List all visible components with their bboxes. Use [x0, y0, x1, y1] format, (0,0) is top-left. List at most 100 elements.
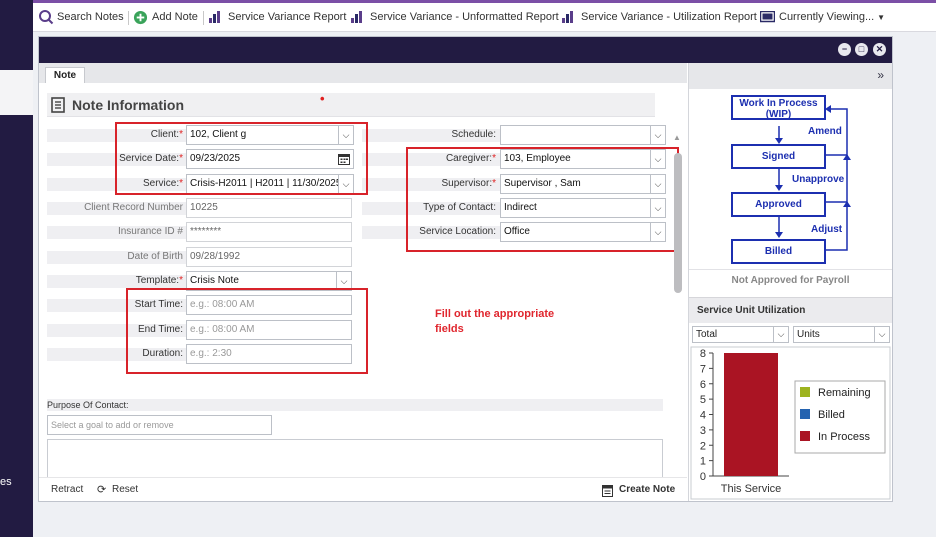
maximize-icon[interactable]: □ [855, 43, 868, 56]
tab-strip: Note [39, 63, 687, 84]
add-icon [133, 10, 148, 24]
monitor-icon [760, 10, 775, 22]
legend-swatch-in-process [800, 431, 810, 441]
section-title: Note Information [72, 96, 184, 113]
scroll-thumb[interactable] [674, 153, 682, 293]
y-tick-label: 0 [700, 471, 706, 483]
annotation-text: Fill out the appropriate fields [435, 307, 554, 337]
legend-label-in-process: In Process [818, 431, 870, 443]
note-window: − □ ✕ Note Note Information • Client:* 1… [38, 36, 893, 502]
insurance-id-field: ******** [186, 222, 352, 242]
workflow-wip-label: Work In Process [739, 98, 818, 109]
chevron-down-icon[interactable]: ⌵ [650, 126, 665, 144]
caret-down-icon: ▼ [877, 12, 886, 22]
tab-note[interactable]: Note [45, 67, 85, 84]
report-chart-icon [209, 11, 223, 23]
workflow-billed-box: Billed [731, 239, 826, 264]
insurance-id-label: Insurance ID # [117, 226, 183, 237]
y-tick-label: 2 [700, 440, 706, 452]
y-tick-label: 8 [700, 348, 706, 360]
workflow-signed-box: Signed [731, 144, 826, 169]
workflow-approved-box: Approved [731, 192, 826, 217]
search-notes-button[interactable]: Search Notes [38, 8, 124, 26]
toolbar-divider [128, 11, 129, 25]
left-nav-active-item[interactable] [0, 70, 33, 115]
left-nav: es [0, 0, 33, 537]
utilization-title: Service Unit Utilization [689, 297, 892, 323]
section-header: Note Information • [47, 91, 655, 117]
report-chart-icon [351, 11, 365, 23]
y-tick-label: 1 [700, 456, 706, 468]
service-variance-unformatted-report-label: Service Variance - Unformatted Report [370, 11, 559, 23]
search-icon [39, 10, 54, 25]
left-nav-label[interactable]: es [0, 476, 12, 488]
service-variance-report-label: Service Variance Report [228, 11, 347, 23]
service-variance-utilization-report-button[interactable]: Service Variance - Utilization Report [562, 8, 757, 26]
window-titlebar: − □ ✕ [39, 37, 892, 63]
service-variance-report-button[interactable]: Service Variance Report [209, 8, 346, 26]
scroll-up-icon[interactable]: ▲ [673, 133, 681, 142]
workflow-unapprove-label: Unapprove [792, 174, 845, 185]
add-note-label: Add Note [152, 11, 198, 23]
create-note-button[interactable]: Create Note [619, 484, 675, 495]
highlight-box-caregiver-location [406, 147, 679, 252]
bar-in-process [724, 353, 778, 476]
section-marker: • [320, 91, 325, 106]
right-panel-header: » [689, 63, 892, 89]
y-tick-label: 5 [700, 394, 706, 406]
document-icon [51, 96, 65, 113]
date-of-birth-label: Date of Birth [127, 251, 183, 262]
y-tick-label: 7 [700, 363, 706, 375]
chevron-down-icon[interactable]: ⌵ [874, 327, 889, 342]
utilization-total-select[interactable]: Total ⌵ [692, 326, 789, 343]
service-variance-unformatted-report-button[interactable]: Service Variance - Unformatted Report [351, 8, 559, 26]
schedule-select[interactable]: ⌵ [500, 125, 666, 145]
workflow-adjust-label: Adjust [811, 224, 843, 235]
report-chart-icon [562, 11, 576, 23]
workflow-amend-label: Amend [808, 126, 842, 137]
reset-button[interactable]: Reset [112, 484, 138, 495]
legend-label-remaining: Remaining [818, 387, 871, 399]
annotation-line: fields [435, 323, 464, 335]
template-label: Template:* [135, 275, 183, 286]
workflow-wip-sublabel: (WIP) [765, 109, 792, 120]
goal-select[interactable]: Select a goal to add or remove⌵ [47, 415, 272, 435]
client-record-number-label: Client Record Number [84, 202, 183, 213]
date-of-birth-field: 09/28/1992 [186, 247, 352, 267]
form-footer: Retract ⟳ Reset Create Note [39, 477, 687, 501]
x-category-label: This Service [721, 483, 782, 495]
purpose-of-contact-label: Purpose Of Contact: [47, 399, 663, 411]
toolbar-divider [203, 11, 204, 25]
chevron-down-icon[interactable]: ⌵ [773, 327, 788, 342]
workflow-wip-box: Work In Process (WIP) [731, 95, 826, 120]
y-tick-label: 4 [700, 410, 706, 422]
vertical-scrollbar[interactable]: ▲ ▼ [673, 133, 683, 477]
create-note-icon [602, 485, 613, 497]
close-icon[interactable]: ✕ [873, 43, 886, 56]
client-record-number-field: 10225 [186, 198, 352, 218]
right-panel: » Work In Process (WIP) Signed Approved … [688, 63, 892, 501]
currently-viewing-label: Currently Viewing... [779, 11, 875, 23]
minimize-icon[interactable]: − [838, 43, 851, 56]
add-note-button[interactable]: Add Note [133, 8, 198, 26]
search-notes-label: Search Notes [57, 11, 124, 23]
legend-swatch-remaining [800, 387, 810, 397]
utilization-units-select[interactable]: Units ⌵ [793, 326, 890, 343]
collapse-panel-icon[interactable]: » [877, 68, 884, 82]
legend-swatch-billed [800, 409, 810, 419]
y-tick-label: 3 [700, 425, 706, 437]
retract-button[interactable]: Retract [51, 484, 83, 495]
legend-label-billed: Billed [818, 409, 845, 421]
y-tick-label: 6 [700, 379, 706, 391]
annotation-line: Fill out the appropriate [435, 308, 555, 320]
highlight-box-client-service [115, 122, 368, 195]
currently-viewing-menu[interactable]: Currently Viewing... ▼ [760, 8, 885, 26]
utilization-chart: 0 1 2 3 4 5 6 7 8 This Service Remaining Billed In P… [690, 346, 891, 500]
purpose-textarea[interactable] [47, 439, 663, 477]
service-variance-utilization-report-label: Service Variance - Utilization Report [581, 11, 757, 23]
schedule-label: Schedule: [451, 129, 496, 140]
top-toolbar: Search Notes Add Note Service Variance R… [33, 0, 936, 32]
refresh-icon: ⟳ [97, 484, 107, 496]
note-form: Note Information • Client:* 102, Client … [39, 83, 687, 477]
highlight-box-times [126, 288, 368, 374]
